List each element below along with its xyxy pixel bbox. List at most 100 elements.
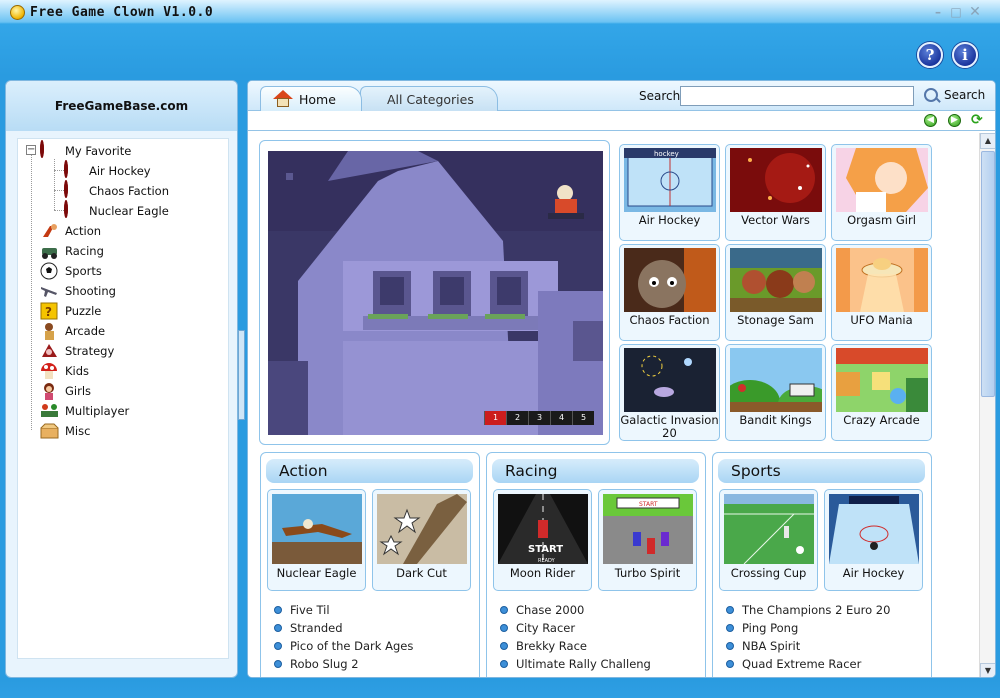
navigation-toolbar: ◀ ▶ ⟳ <box>248 111 995 131</box>
game-card-air-hockey[interactable]: hockey Air Hockey <box>619 144 720 241</box>
category-section-title[interactable]: Racing <box>492 459 699 483</box>
heart-icon <box>40 140 60 160</box>
game-card-galactic-invasion-20[interactable]: Galactic Invasion 20 <box>619 344 720 441</box>
scroll-down-icon[interactable]: ▼ <box>980 663 995 677</box>
game-thumbnail <box>377 494 467 564</box>
game-card-turbo-spirit[interactable]: START Turbo Spirit <box>598 489 697 591</box>
search-button-label: Search <box>944 88 986 102</box>
category-section-title[interactable]: Action <box>266 459 473 483</box>
tree-item-arcade[interactable]: Arcade <box>40 321 105 341</box>
tree-item-label: Racing <box>65 244 104 258</box>
tree-item-sports[interactable]: Sports <box>40 261 102 281</box>
back-arrow-icon[interactable]: ◀ <box>924 114 937 127</box>
category-section-title[interactable]: Sports <box>718 459 925 483</box>
list-item[interactable]: Pico of the Dark Ages <box>274 637 413 655</box>
tab-label: Home <box>299 91 336 107</box>
tab-home[interactable]: Home <box>260 86 362 111</box>
mushroom-icon <box>40 362 60 380</box>
bullet-icon <box>274 606 282 614</box>
list-item[interactable]: Brekky Race <box>500 637 651 655</box>
game-card-ufo-mania[interactable]: UFO Mania <box>831 244 932 341</box>
list-item[interactable]: Quad Extreme Racer <box>726 655 890 673</box>
minimize-button[interactable]: – <box>931 5 945 19</box>
list-item[interactable]: Robo Slug 2 <box>274 655 413 673</box>
game-card-label: Air Hockey <box>638 213 701 227</box>
list-item[interactable]: Five Til <box>274 601 413 619</box>
tree-item-puzzle[interactable]: ? Puzzle <box>40 301 101 321</box>
game-card-dark-cut[interactable]: Dark Cut <box>372 489 471 591</box>
bottom-frame <box>0 680 1000 698</box>
game-thumbnail: START READY <box>498 494 588 564</box>
vertical-scrollbar[interactable]: ▲ ▼ <box>979 133 995 677</box>
tree-item-chaos-faction[interactable]: Chaos Faction <box>64 180 169 201</box>
pager-button-1[interactable]: 1 <box>484 411 506 425</box>
featured-game-screenshot[interactable]: 1 2 3 4 5 <box>268 151 603 435</box>
title-bar: Free Game Clown V1.0.0 – □ ✕ ? i <box>0 0 1000 76</box>
search-button[interactable]: Search <box>924 88 985 102</box>
pager-button-2[interactable]: 2 <box>506 411 528 425</box>
category-section-racing: Racing START READY Moon Rider START Turbo… <box>486 452 706 677</box>
game-thumbnail <box>836 348 928 412</box>
list-item[interactable]: Chase 2000 <box>500 601 651 619</box>
game-card-label: Turbo Spirit <box>614 566 681 580</box>
game-thumbnail <box>836 148 928 212</box>
bullet-icon <box>500 606 508 614</box>
forward-arrow-icon[interactable]: ▶ <box>948 114 961 127</box>
tree-item-label: Shooting <box>65 284 116 298</box>
game-card-vector-wars[interactable]: Vector Wars <box>725 144 826 241</box>
app-logo-icon <box>10 5 25 20</box>
tab-all-categories[interactable]: All Categories <box>360 86 498 111</box>
tree-item-girls[interactable]: Girls <box>40 381 91 401</box>
tree-item-misc[interactable]: Misc <box>40 421 90 441</box>
tree-item-label: Misc <box>65 424 91 438</box>
racing-car-icon <box>40 242 60 260</box>
game-card-nuclear-eagle[interactable]: Nuclear Eagle <box>267 489 366 591</box>
game-card-label: Crossing Cup <box>730 566 807 580</box>
game-card-air-hockey-sports[interactable]: Air Hockey <box>824 489 923 591</box>
pager-button-3[interactable]: 3 <box>528 411 550 425</box>
panel-splitter-handle[interactable] <box>238 330 245 420</box>
tree-item-kids[interactable]: Kids <box>40 361 89 381</box>
game-card-moon-rider[interactable]: START READY Moon Rider <box>493 489 592 591</box>
game-card-crazy-arcade[interactable]: Crazy Arcade <box>831 344 932 441</box>
search-input[interactable] <box>680 86 914 106</box>
question-block-icon: ? <box>40 302 60 320</box>
game-card-orgasm-girl[interactable]: Orgasm Girl <box>831 144 932 241</box>
game-thumbnail: START <box>603 494 693 564</box>
tree-collapse-toggle[interactable]: − <box>26 145 36 155</box>
game-card-label: Moon Rider <box>509 566 576 580</box>
close-button[interactable]: ✕ <box>968 5 982 19</box>
tree-item-racing[interactable]: Racing <box>40 241 104 261</box>
category-section-action: Action Nuclear Eagle Dark Cut Five Til S… <box>260 452 480 677</box>
tree-item-air-hockey[interactable]: Air Hockey <box>64 160 151 181</box>
tree-item-strategy[interactable]: Strategy <box>40 341 114 361</box>
pager-button-4[interactable]: 4 <box>550 411 572 425</box>
tree-item-label: Kids <box>65 364 90 378</box>
tree-item-multiplayer[interactable]: Multiplayer <box>40 401 129 421</box>
help-button[interactable]: ? <box>917 42 943 68</box>
tree-item-shooting[interactable]: Shooting <box>40 281 116 301</box>
sidebar: FreeGameBase.com − My Favorite Air Hocke… <box>5 80 238 678</box>
tree-item-label: Multiplayer <box>65 404 130 418</box>
game-card-bandit-kings[interactable]: Bandit Kings <box>725 344 826 441</box>
list-item[interactable]: NBA Spirit <box>726 637 890 655</box>
pager-button-5[interactable]: 5 <box>572 411 594 425</box>
game-card-stonage-sam[interactable]: Stonage Sam <box>725 244 826 341</box>
scroll-up-icon[interactable]: ▲ <box>980 133 995 149</box>
strategy-tank-icon <box>40 342 60 360</box>
game-card-chaos-faction[interactable]: Chaos Faction <box>619 244 720 341</box>
list-item[interactable]: Ultimate Rally Challeng <box>500 655 651 673</box>
maximize-button[interactable]: □ <box>949 5 963 19</box>
content-area: 1 2 3 4 5 hockey Air Hockey Vector Wars … <box>248 133 979 677</box>
tree-item-nuclear-eagle[interactable]: Nuclear Eagle <box>64 200 169 221</box>
list-item[interactable]: City Racer <box>500 619 651 637</box>
info-button[interactable]: i <box>952 42 978 68</box>
list-item[interactable]: Ping Pong <box>726 619 890 637</box>
scrollbar-thumb[interactable] <box>981 151 995 397</box>
tree-item-my-favorite[interactable]: My Favorite <box>40 140 131 161</box>
refresh-icon[interactable]: ⟳ <box>971 113 984 127</box>
list-item[interactable]: The Champions 2 Euro 20 <box>726 601 890 619</box>
list-item[interactable]: Stranded <box>274 619 413 637</box>
game-card-crossing-cup[interactable]: Crossing Cup <box>719 489 818 591</box>
tree-item-action[interactable]: Action <box>40 221 101 241</box>
